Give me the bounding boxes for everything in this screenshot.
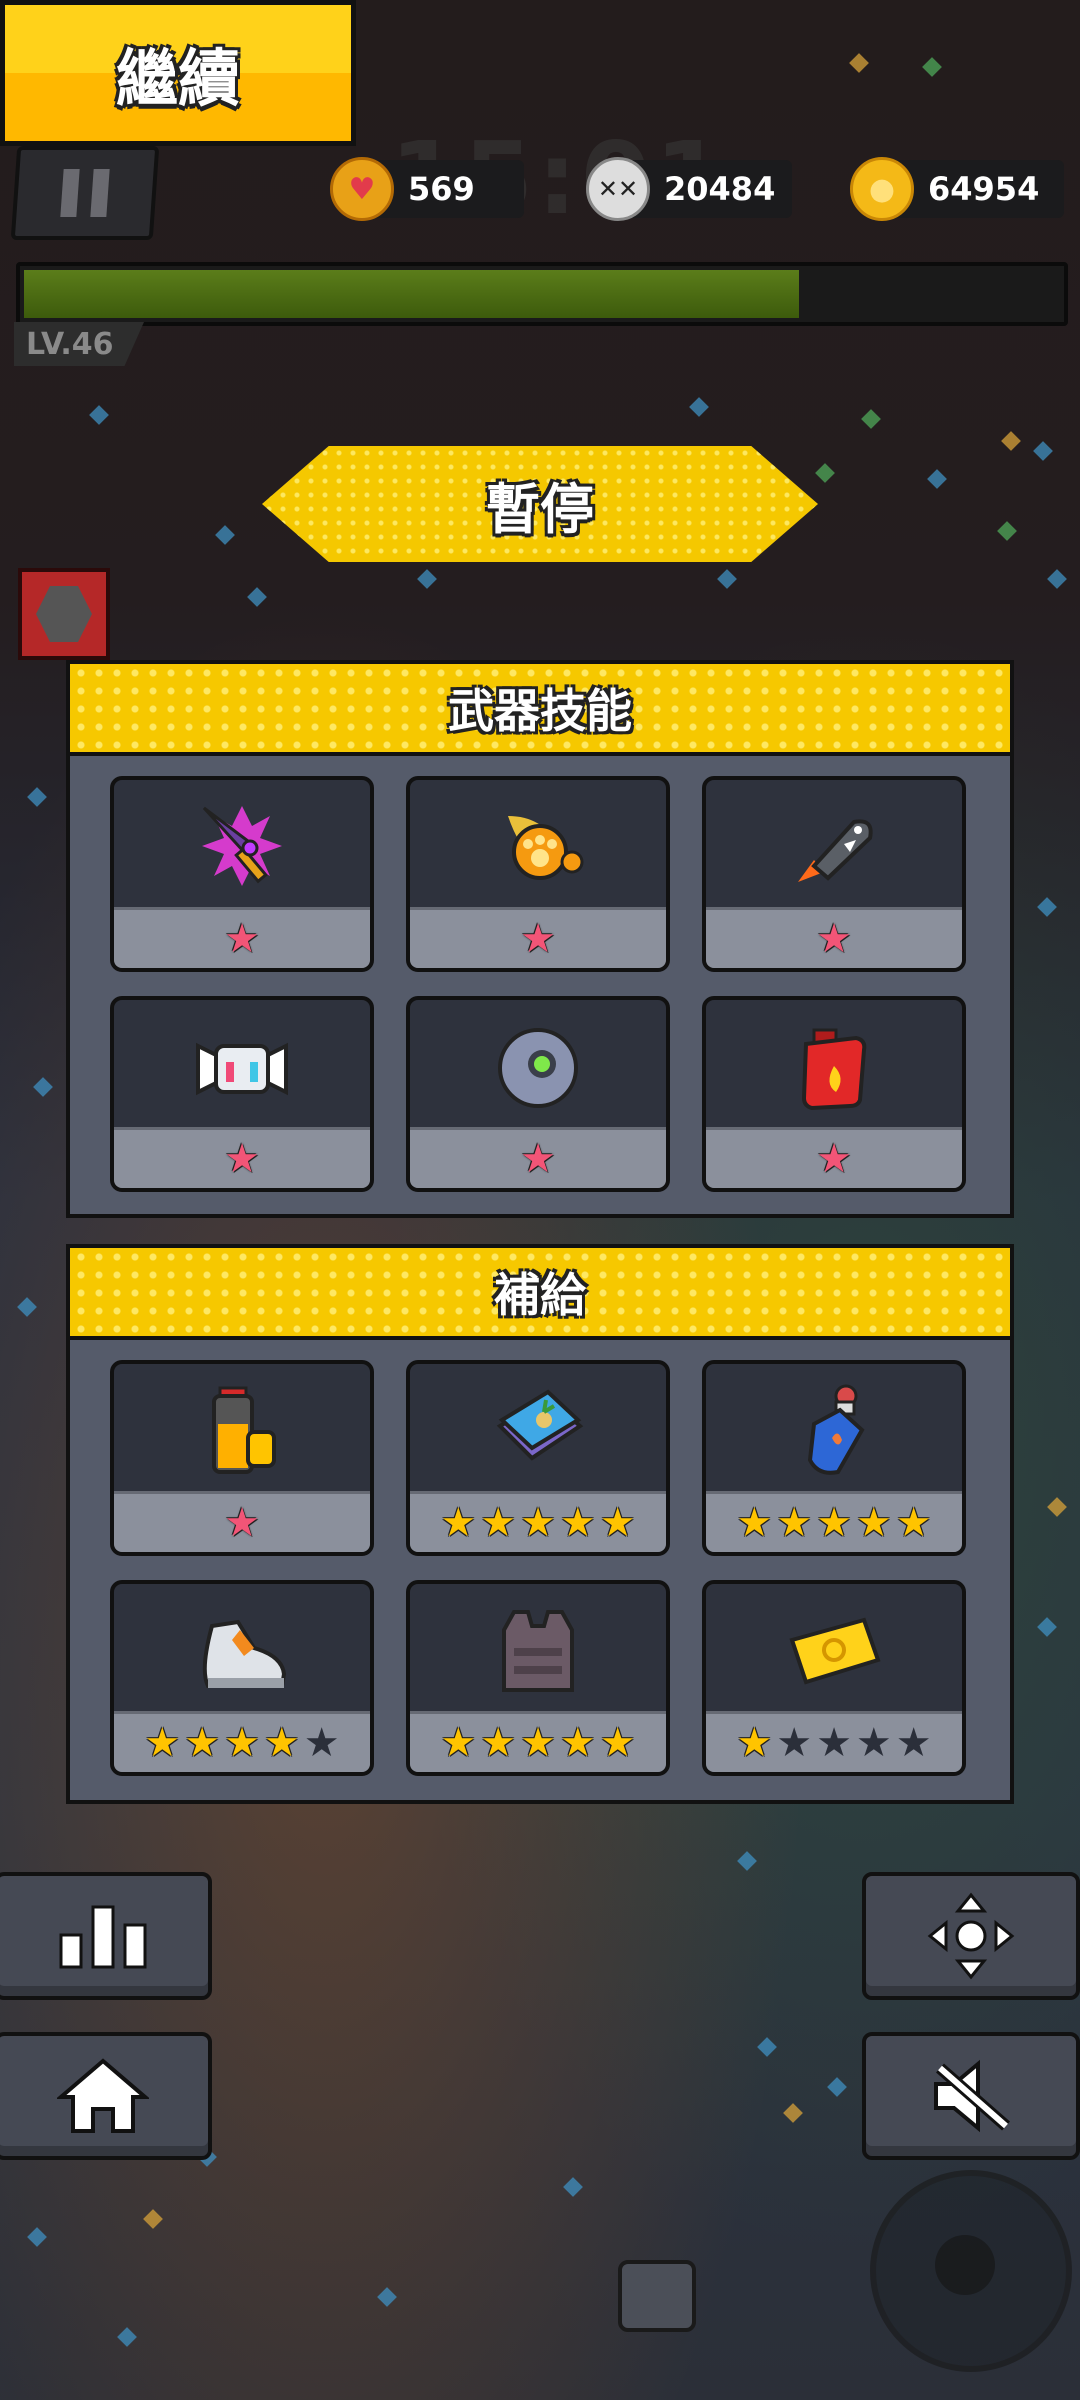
star-rating: ★ ★ ★ ★ ★: [410, 1711, 666, 1772]
weapon-slot-paw-fireball[interactable]: ★: [406, 776, 670, 972]
active-skill-icon: [18, 568, 110, 660]
weapon-slot-shark-rocket[interactable]: ★: [702, 776, 966, 972]
star-rating: ★: [114, 907, 370, 968]
continue-label: 繼續: [115, 42, 240, 115]
coins-value: 64954: [928, 170, 1040, 208]
bar-chart-icon: [59, 1905, 147, 1969]
battery-icon: [212, 1386, 276, 1474]
paw-fireball-icon: [508, 816, 584, 880]
star-rating: ★: [706, 1127, 962, 1188]
star-rating: ★ ★ ★ ★ ★: [706, 1491, 962, 1552]
green-orb-icon: [498, 1028, 578, 1108]
skull-icon: ✕✕: [586, 157, 650, 221]
armor-vest-icon: [502, 1610, 574, 1692]
weapon-slot-drone-mask[interactable]: ★: [110, 996, 374, 1192]
supplies-header-label: 補給: [494, 1268, 586, 1322]
star-rating: ★ ★ ★ ★ ★: [410, 1491, 666, 1552]
camera-icon: [618, 2260, 696, 2332]
joystick-knob: [935, 2235, 995, 2295]
star-rating: ★: [410, 1127, 666, 1188]
star-rating: ★: [114, 1127, 370, 1188]
supplies-panel: 補給 ★ ★ ★ ★ ★ ★ ★ ★ ★ ★ ★ ★ ★ ★ ★ ★ ★ ★ ★…: [66, 1244, 1014, 1804]
level-label: LV.46: [14, 322, 144, 366]
supply-slot-armor-vest[interactable]: ★ ★ ★ ★ ★: [406, 1580, 670, 1776]
weapons-header-label: 武器技能: [448, 684, 632, 738]
home-button[interactable]: [0, 2032, 212, 2160]
star-rating: ★ ★ ★ ★ ★: [706, 1711, 962, 1772]
star-rating: ★: [706, 907, 962, 968]
potion-icon: [807, 1384, 865, 1475]
supply-slot-map-book[interactable]: ★ ★ ★ ★ ★: [406, 1360, 670, 1556]
shark-rocket-icon: [798, 819, 873, 882]
supplies-panel-header: 補給: [70, 1248, 1010, 1340]
home-icon: [57, 2058, 149, 2133]
purple-blade-icon: [202, 806, 282, 886]
supply-slot-battery[interactable]: ★: [110, 1360, 374, 1556]
pause-icon: [60, 169, 80, 217]
map-book-icon: [496, 1389, 584, 1461]
pause-title-banner: 暫停: [262, 446, 818, 562]
xp-bar: [16, 262, 1068, 326]
fuel-can-icon: [801, 1028, 867, 1111]
coins-counter: ● 64954: [850, 157, 1064, 221]
weapons-panel-header: 武器技能: [70, 664, 1010, 756]
continue-button[interactable]: 繼續: [0, 0, 356, 146]
gold-ticket-icon: [789, 1617, 881, 1685]
pause-button[interactable]: [10, 146, 160, 240]
weapons-panel: 武器技能 ★ ★ ★ ★ ★ ★: [66, 660, 1014, 1218]
kills-counter: ✕✕ 20484: [586, 157, 792, 221]
hearts-counter: ♥ 569: [330, 157, 524, 221]
speaker-muted-icon: [934, 2059, 1010, 2133]
coin-icon: ●: [850, 157, 914, 221]
star-rating: ★: [410, 907, 666, 968]
hearts-value: 569: [408, 170, 475, 208]
weapon-slot-purple-blade[interactable]: ★: [110, 776, 374, 972]
supply-slot-gold-ticket[interactable]: ★ ★ ★ ★ ★: [702, 1580, 966, 1776]
star-rating: ★: [114, 1491, 370, 1552]
stats-button[interactable]: [0, 1872, 212, 2000]
drone-mask-icon: [196, 1042, 288, 1096]
weapon-slot-fuel-can[interactable]: ★: [702, 996, 966, 1192]
supply-slot-sneaker[interactable]: ★ ★ ★ ★ ★: [110, 1580, 374, 1776]
weapon-slot-green-orb[interactable]: ★: [406, 996, 670, 1192]
star-rating: ★ ★ ★ ★ ★: [114, 1711, 370, 1772]
move-control-button[interactable]: [862, 1872, 1080, 2000]
mute-button[interactable]: [862, 2032, 1080, 2160]
sneaker-icon: [202, 1619, 287, 1688]
kills-value: 20484: [664, 170, 776, 208]
xp-bar-fill: [24, 270, 799, 318]
heart-icon: ♥: [330, 157, 394, 221]
move-arrows-icon: [927, 1892, 1015, 1980]
page-title: 暫停: [486, 477, 594, 541]
supply-slot-potion[interactable]: ★ ★ ★ ★ ★: [702, 1360, 966, 1556]
